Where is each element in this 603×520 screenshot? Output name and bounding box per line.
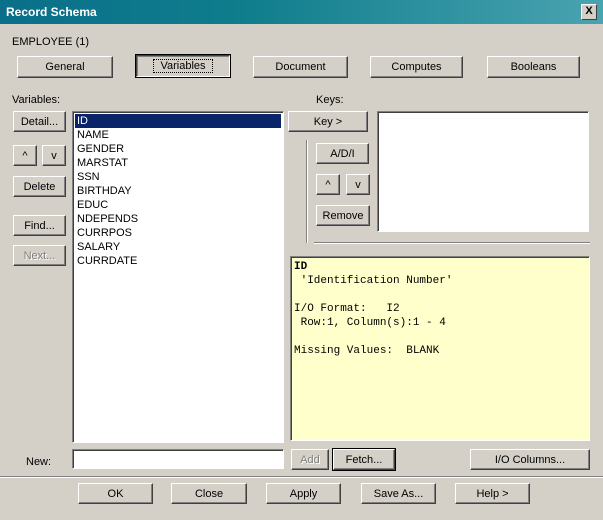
key-move-down-button[interactable]: v: [346, 174, 370, 195]
detail-button-label: Detail...: [20, 115, 59, 128]
add-button-label: Add: [300, 453, 320, 466]
save-as-button-label: Save As...: [373, 487, 424, 500]
variable-info-panel: ID 'Identification Number' I/O Format: I…: [290, 256, 590, 441]
tab-computes-label: Computes: [391, 61, 442, 73]
tab-computes[interactable]: Computes: [370, 56, 463, 78]
footer-divider: [0, 476, 603, 478]
apply-button-label: Apply: [289, 487, 318, 500]
list-item[interactable]: SSN: [75, 170, 281, 184]
up-arrow-icon: ^: [22, 149, 28, 162]
tab-document-label: Document: [275, 61, 326, 73]
tab-general[interactable]: General: [17, 56, 113, 78]
info-row-columns: Row:1, Column(s):1 - 4: [294, 317, 446, 329]
remove-key-button[interactable]: Remove: [316, 205, 370, 226]
tab-booleans[interactable]: Booleans: [487, 56, 580, 78]
close-icon: X: [585, 5, 593, 17]
help-button[interactable]: Help >: [455, 483, 530, 504]
tab-variables[interactable]: Variables: [135, 54, 231, 78]
close-button-label: Close: [194, 487, 224, 500]
remove-button-label: Remove: [322, 209, 364, 222]
close-dialog-button[interactable]: Close: [171, 483, 247, 504]
detail-button[interactable]: Detail...: [13, 111, 66, 132]
keys-label: Keys:: [316, 94, 344, 106]
list-item[interactable]: NDEPENDS: [75, 212, 281, 226]
next-button[interactable]: Next...: [13, 245, 66, 266]
list-item[interactable]: NAME: [75, 128, 281, 142]
list-item[interactable]: EDUC: [75, 198, 281, 212]
key-move-up-button[interactable]: ^: [316, 174, 340, 195]
new-label: New:: [26, 456, 52, 468]
fetch-button-label: Fetch...: [345, 453, 383, 466]
find-button-label: Find...: [24, 219, 55, 232]
keys-group-divider: [306, 140, 308, 243]
info-blank: [294, 330, 589, 344]
io-columns-button-label: I/O Columns...: [494, 453, 566, 466]
find-button[interactable]: Find...: [13, 215, 66, 236]
next-button-label: Next...: [23, 249, 56, 262]
tab-document[interactable]: Document: [253, 56, 348, 78]
delete-button-label: Delete: [23, 180, 56, 193]
tab-variables-label: Variables: [153, 59, 213, 73]
ok-button-label: OK: [107, 487, 124, 500]
ad-button-label: A/D/I: [330, 147, 355, 160]
list-item[interactable]: CURRDATE: [75, 254, 281, 268]
ok-button[interactable]: OK: [78, 483, 153, 504]
help-button-label: Help >: [476, 487, 509, 500]
up-arrow-icon: ^: [325, 178, 331, 191]
list-item[interactable]: GENDER: [75, 142, 281, 156]
keys-group-bottom-divider: [314, 242, 590, 244]
list-item[interactable]: CURRPOS: [75, 226, 281, 240]
down-arrow-icon: v: [51, 149, 57, 162]
delete-button[interactable]: Delete: [13, 176, 66, 197]
new-variable-input[interactable]: [72, 449, 284, 469]
move-up-button[interactable]: ^: [13, 145, 37, 166]
key-button-label: Key >: [313, 115, 343, 128]
ascending-descending-button[interactable]: A/D/I: [316, 143, 369, 164]
close-button[interactable]: X: [581, 4, 597, 20]
tab-booleans-label: Booleans: [510, 61, 557, 73]
io-columns-button[interactable]: I/O Columns...: [470, 449, 590, 470]
list-item[interactable]: BIRTHDAY: [75, 184, 281, 198]
down-arrow-icon: v: [355, 178, 361, 191]
variables-list[interactable]: ID NAME GENDER MARSTAT SSN BIRTHDAY EDUC…: [72, 111, 284, 443]
info-blank: [294, 288, 589, 302]
move-down-button[interactable]: v: [42, 145, 66, 166]
window-title: Record Schema: [6, 5, 97, 19]
list-item[interactable]: SALARY: [75, 240, 281, 254]
info-io-format: I/O Format: I2: [294, 303, 400, 315]
info-missing-values: Missing Values: BLANK: [294, 345, 440, 357]
info-variable-label: 'Identification Number': [294, 275, 453, 287]
info-variable-name: ID: [294, 261, 308, 273]
save-as-button[interactable]: Save As...: [361, 483, 436, 504]
list-item[interactable]: ID: [75, 114, 281, 128]
key-button[interactable]: Key >: [288, 111, 368, 132]
add-button[interactable]: Add: [291, 449, 329, 470]
fetch-button[interactable]: Fetch...: [332, 448, 396, 471]
keys-list[interactable]: [377, 111, 589, 232]
variables-label: Variables:: [12, 94, 61, 106]
apply-button[interactable]: Apply: [266, 483, 341, 504]
record-name: EMPLOYEE (1): [12, 36, 90, 48]
list-item[interactable]: MARSTAT: [75, 156, 281, 170]
tab-general-label: General: [45, 61, 85, 73]
